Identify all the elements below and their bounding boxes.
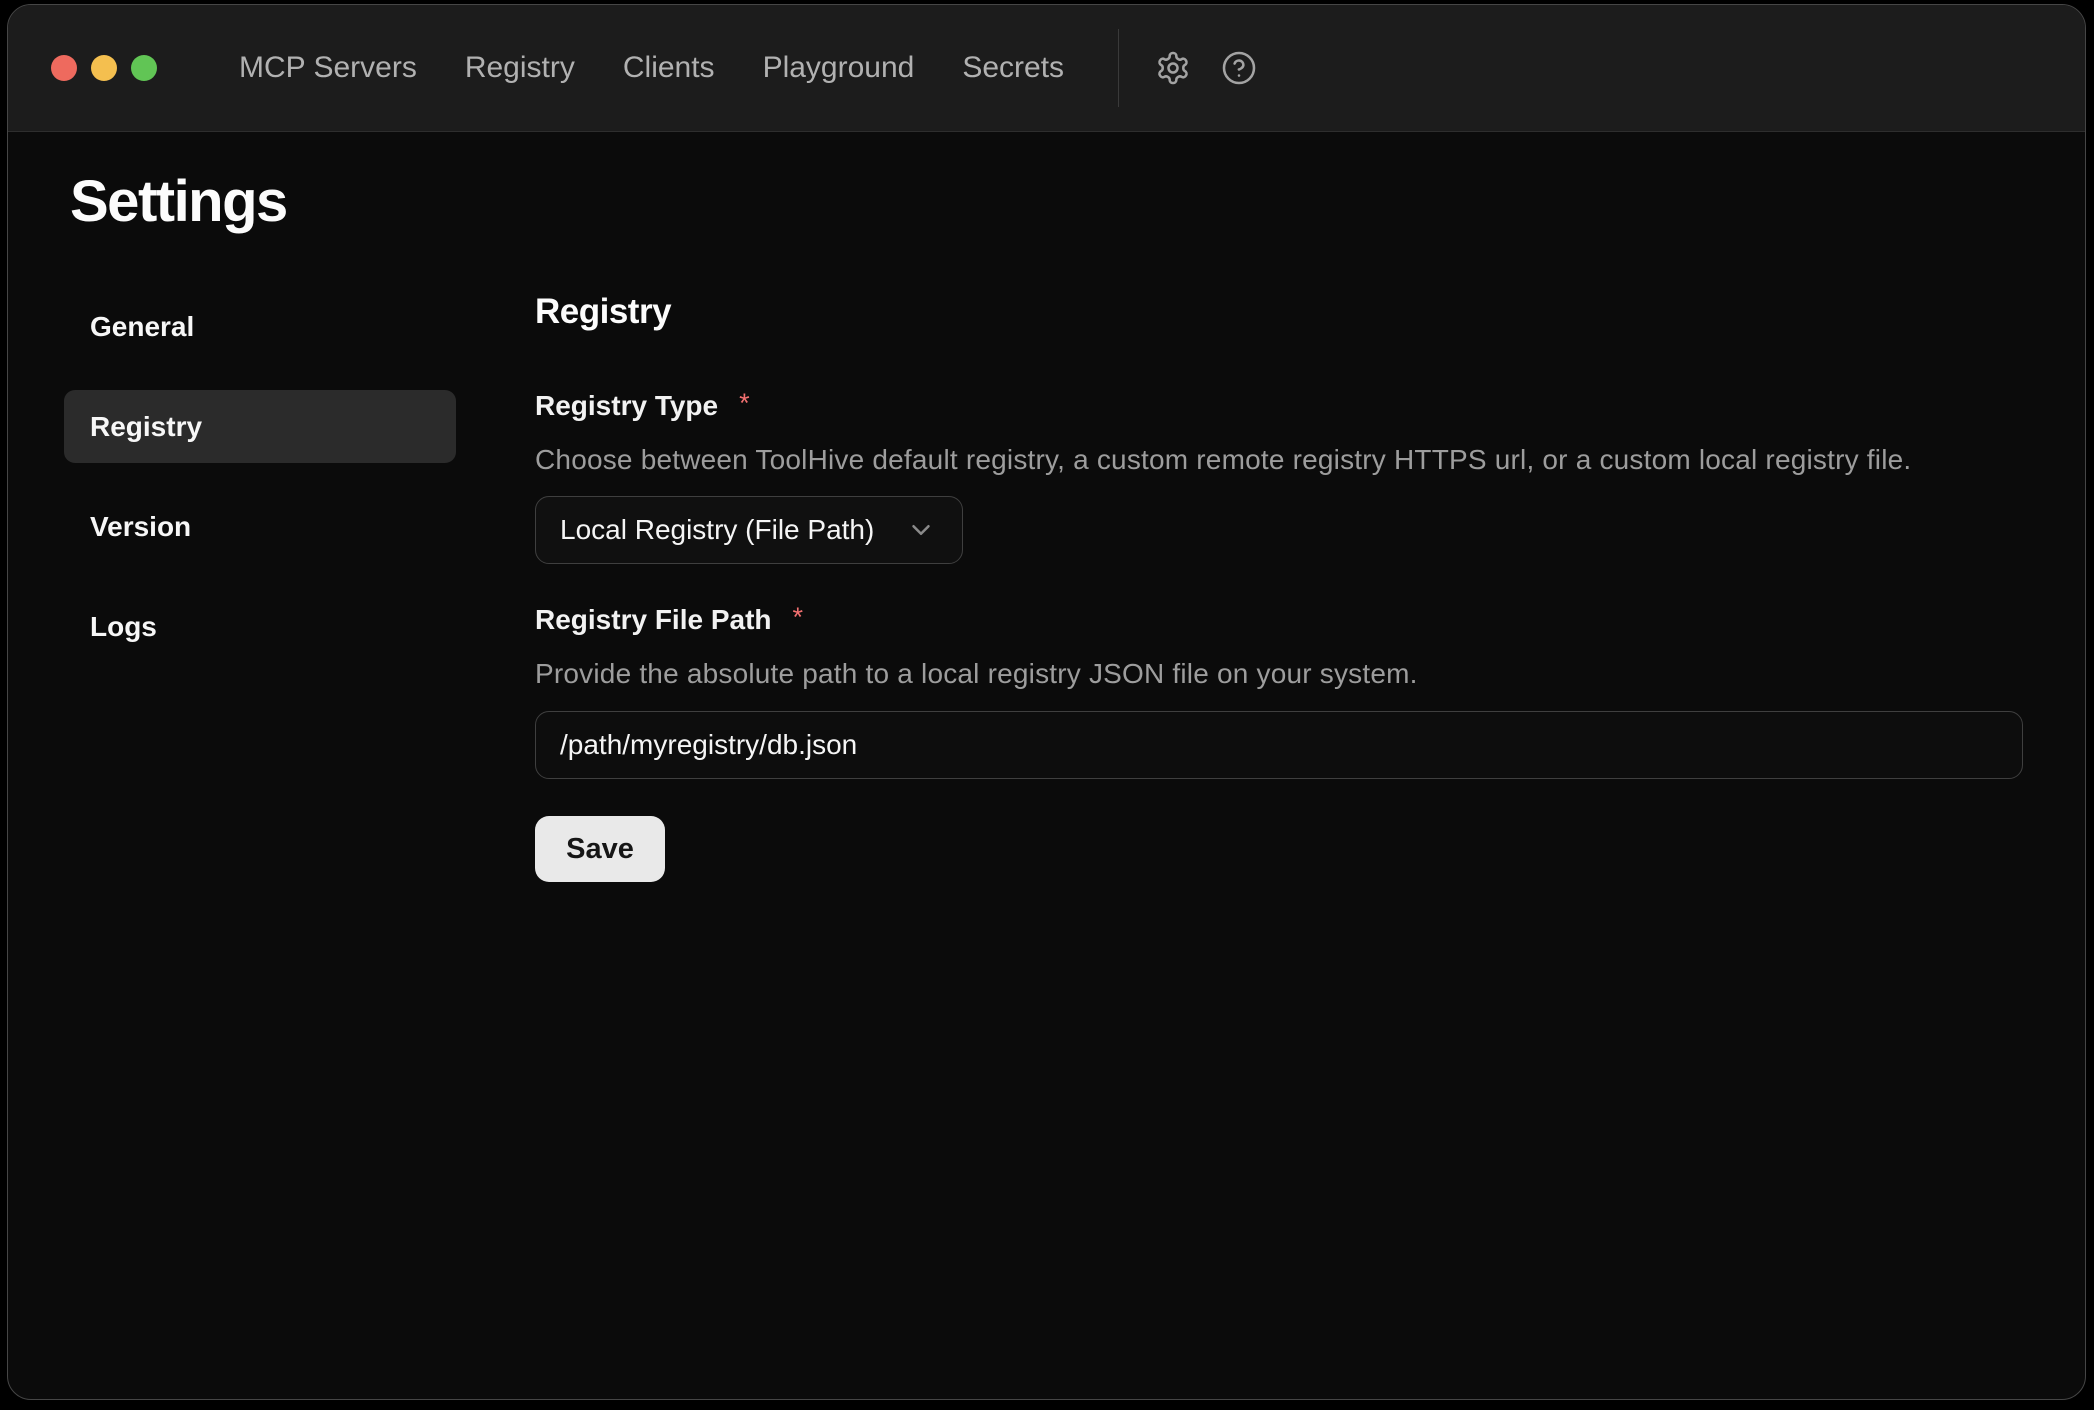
sidebar-item-version[interactable]: Version — [64, 490, 456, 563]
settings-sidebar: General Registry Version Logs — [64, 290, 456, 663]
titlebar-divider — [1118, 29, 1119, 107]
save-button[interactable]: Save — [535, 816, 665, 882]
nav-secrets[interactable]: Secrets — [962, 51, 1064, 85]
sidebar-item-general[interactable]: General — [64, 290, 456, 363]
sidebar-item-logs[interactable]: Logs — [64, 590, 456, 663]
page-title: Settings — [70, 168, 287, 235]
traffic-lights — [51, 55, 157, 81]
nav-playground[interactable]: Playground — [763, 51, 915, 85]
minimize-button[interactable] — [91, 55, 117, 81]
registry-type-select[interactable]: Local Registry (File Path) — [535, 496, 963, 564]
nav-mcp-servers[interactable]: MCP Servers — [239, 51, 417, 85]
sidebar-item-label: Logs — [90, 611, 157, 643]
registry-type-selected-value: Local Registry (File Path) — [560, 514, 906, 546]
sidebar-item-label: Version — [90, 511, 191, 543]
sidebar-item-registry[interactable]: Registry — [64, 390, 456, 463]
file-path-label: Registry File Path — [535, 604, 772, 636]
top-nav: MCP Servers Registry Clients Playground … — [239, 51, 1064, 85]
file-path-label-row: Registry File Path * — [535, 604, 2025, 636]
titlebar: MCP Servers Registry Clients Playground … — [8, 5, 2085, 132]
gear-icon — [1155, 50, 1191, 86]
required-marker: * — [793, 602, 804, 633]
content-area: Settings General Registry Version Logs R… — [8, 132, 2085, 1400]
file-path-input[interactable] — [535, 711, 2023, 779]
help-icon — [1221, 50, 1257, 86]
section-title: Registry — [535, 292, 2025, 332]
registry-type-description: Choose between ToolHive default registry… — [535, 444, 2025, 476]
app-window: MCP Servers Registry Clients Playground … — [7, 4, 2086, 1400]
nav-registry[interactable]: Registry — [465, 51, 575, 85]
settings-button[interactable] — [1155, 50, 1191, 86]
required-marker: * — [739, 388, 750, 419]
nav-clients[interactable]: Clients — [623, 51, 715, 85]
registry-settings-panel: Registry Registry Type * Choose between … — [535, 292, 2025, 882]
close-button[interactable] — [51, 55, 77, 81]
sidebar-item-label: Registry — [90, 411, 202, 443]
zoom-button[interactable] — [131, 55, 157, 81]
help-button[interactable] — [1221, 50, 1257, 86]
file-path-description: Provide the absolute path to a local reg… — [535, 658, 2025, 690]
registry-type-label-row: Registry Type * — [535, 390, 2025, 422]
titlebar-icons — [1155, 50, 1257, 86]
registry-type-label: Registry Type — [535, 390, 718, 422]
chevron-down-icon — [906, 515, 936, 545]
sidebar-item-label: General — [90, 311, 194, 343]
